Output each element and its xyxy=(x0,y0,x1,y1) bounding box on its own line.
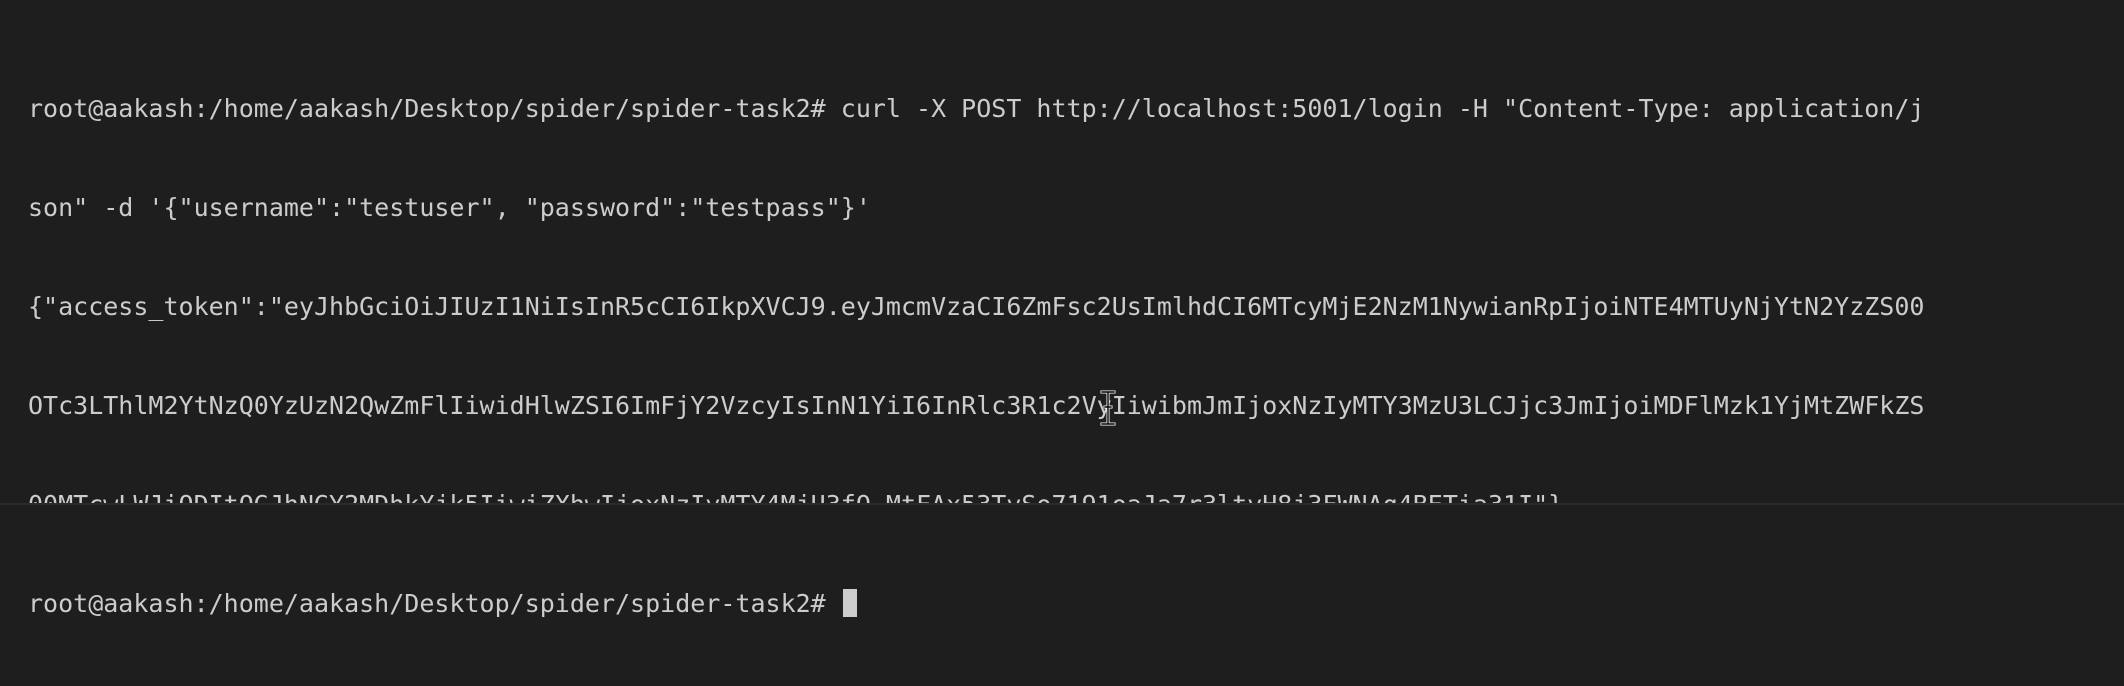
text-ibeam-cursor-icon xyxy=(1100,390,1116,426)
bottom-strip xyxy=(0,505,2124,518)
terminal-line-response: {"access_token":"eyJhbGciOiJIUzI1NiIsInR… xyxy=(28,292,1925,321)
text-cursor xyxy=(842,589,857,617)
terminal-panel[interactable]: root@aakash:/home/aakash/Desktop/spider/… xyxy=(0,0,2124,618)
terminal-line-response: OTc3LThlM2YtNzQ0YzUzN2QwZmFlIiwidHlwZSI6… xyxy=(28,391,1925,420)
terminal-line-command-wrap: son" -d '{"username":"testuser", "passwo… xyxy=(28,193,871,222)
terminal-prompt-line[interactable]: root@aakash:/home/aakash/Desktop/spider/… xyxy=(28,587,2098,620)
terminal-line-command: root@aakash:/home/aakash/Desktop/spider/… xyxy=(28,94,1925,123)
terminal-output[interactable]: root@aakash:/home/aakash/Desktop/spider/… xyxy=(28,26,2098,686)
terminal-prompt: root@aakash:/home/aakash/Desktop/spider/… xyxy=(28,589,841,618)
